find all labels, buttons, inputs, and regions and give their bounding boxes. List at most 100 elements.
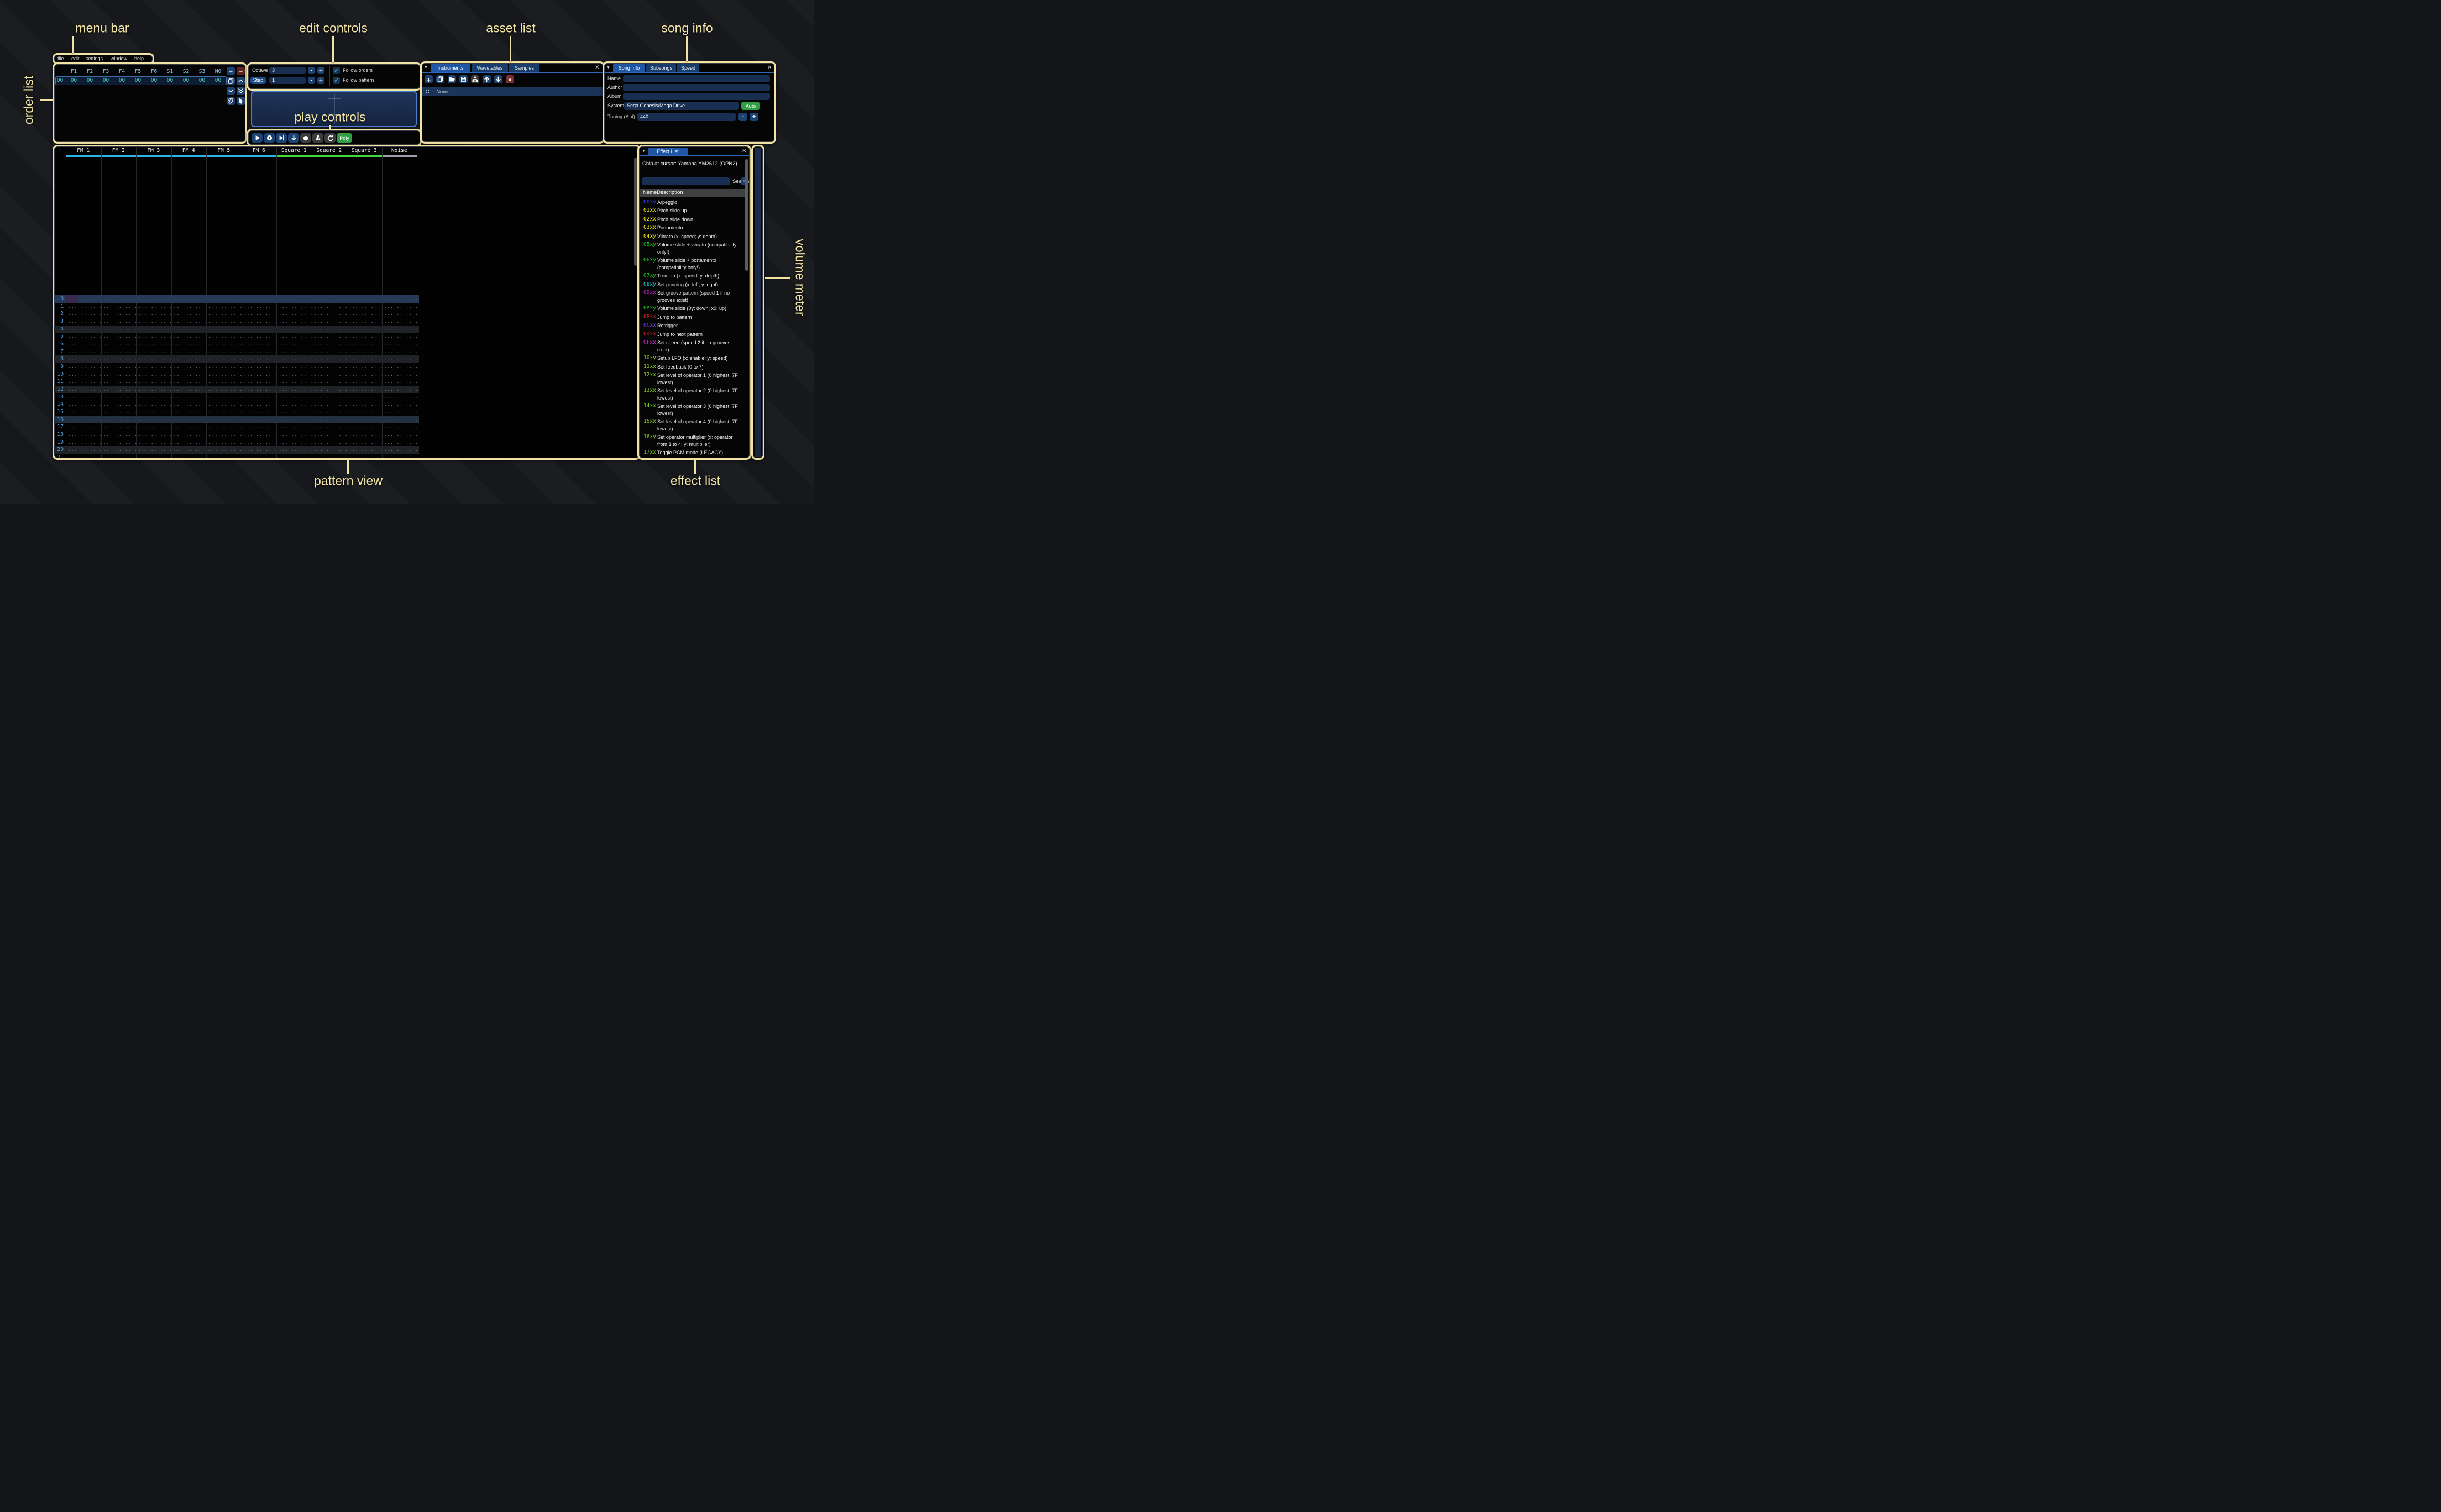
order-edit-mode-button[interactable] xyxy=(237,97,245,105)
pattern-cell[interactable]: ... .. .. .... xyxy=(66,318,101,326)
pattern-cell[interactable]: ... .. .. .... xyxy=(312,401,347,408)
pattern-cell[interactable]: ... .. .. .... xyxy=(136,295,171,303)
channel-header-fm-6[interactable]: FM 6 xyxy=(242,148,277,154)
pattern-cell[interactable]: ... .. .. .... xyxy=(242,318,277,326)
move-asset-down-button[interactable] xyxy=(494,75,502,83)
pattern-cell[interactable]: ... .. .. .... xyxy=(382,439,417,447)
order-cell[interactable]: 00 xyxy=(66,77,82,83)
pattern-cell[interactable]: ... .. .. .... xyxy=(276,363,312,371)
pattern-cell[interactable]: ... .. .. .... xyxy=(382,416,417,424)
pattern-cell[interactable]: ... .. .. .... xyxy=(171,333,207,340)
pattern-cell[interactable]: ... .. .. .... xyxy=(101,423,137,431)
order-column-N0[interactable]: N0 xyxy=(210,69,226,75)
tab-wavetables[interactable]: Wavetables xyxy=(472,64,508,72)
pattern-cell[interactable]: ... .. .. .... xyxy=(347,416,382,424)
pattern-cell[interactable]: ... .. .. .... xyxy=(101,454,137,458)
pattern-cell[interactable]: ... .. .. .... xyxy=(312,446,347,454)
pattern-cell[interactable]: ... .. .. .... xyxy=(312,326,347,333)
move-order-up-button[interactable] xyxy=(237,77,245,85)
pattern-cell[interactable]: ... .. .. .... xyxy=(382,454,417,458)
dock-triangle-icon[interactable]: ▼ xyxy=(606,65,610,71)
order-column-S3[interactable]: S3 xyxy=(194,69,210,75)
pattern-cell[interactable]: ... .. .. .... xyxy=(347,446,382,454)
order-row-index[interactable]: 00 xyxy=(54,77,66,83)
pattern-cell[interactable]: ... .. .. .... xyxy=(312,416,347,424)
pattern-cell[interactable]: ... .. .. .... xyxy=(242,333,277,340)
pattern-cell[interactable]: ... .. .. .... xyxy=(206,340,242,348)
order-column-F1[interactable]: F1 xyxy=(66,69,82,75)
pattern-cell[interactable]: ... .. .. .... xyxy=(66,386,101,393)
pattern-cell[interactable]: ... .. .. .... xyxy=(206,295,242,303)
pattern-cell[interactable]: ... .. .. .... xyxy=(382,310,417,318)
pattern-cell[interactable]: ... .. .. .... xyxy=(101,416,137,424)
pattern-cell[interactable]: ... .. .. .... xyxy=(312,408,347,416)
pattern-cell[interactable]: ... .. .. .... xyxy=(312,431,347,439)
pattern-cell[interactable]: ... .. .. .... xyxy=(242,303,277,311)
pattern-cell[interactable]: ... .. .. .... xyxy=(66,416,101,424)
pattern-cell[interactable]: ... .. .. .... xyxy=(66,295,101,303)
effect-row-00xy[interactable]: 00xyArpeggio xyxy=(641,198,749,207)
pattern-cell[interactable]: ... .. .. .... xyxy=(312,363,347,371)
channel-header-fm-5[interactable]: FM 5 xyxy=(206,148,242,154)
follow-orders-checkbox[interactable]: ✓ xyxy=(333,67,340,74)
effect-row-19xx[interactable]: 19xxSet attack of all operators (0 to 1F… xyxy=(641,457,749,458)
effect-row-08xy[interactable]: 08xySet panning (x: left; y: right) xyxy=(641,280,749,289)
pattern-cell[interactable]: ... .. .. .... xyxy=(382,363,417,371)
pattern-cell[interactable]: ... .. .. .... xyxy=(171,386,207,393)
pattern-cell[interactable]: ... .. .. .... xyxy=(101,318,137,326)
pattern-cell[interactable]: ... .. .. .... xyxy=(66,408,101,416)
pattern-cell[interactable]: ... .. .. .... xyxy=(312,340,347,348)
channel-header-noise[interactable]: Noise xyxy=(382,148,417,154)
pattern-cell[interactable]: ... .. .. .... xyxy=(276,423,312,431)
pattern-cell[interactable]: ... .. .. .... xyxy=(206,310,242,318)
asset-selected-row[interactable]: - None - xyxy=(422,87,603,96)
pattern-cell[interactable]: ... .. .. .... xyxy=(276,416,312,424)
pattern-cell[interactable]: ... .. .. .... xyxy=(312,423,347,431)
pattern-cell[interactable]: ... .. .. .... xyxy=(242,439,277,447)
pattern-cell[interactable]: ... .. .. .... xyxy=(347,423,382,431)
pattern-expand-button[interactable]: ++ xyxy=(56,148,61,153)
pattern-cell[interactable]: ... .. .. .... xyxy=(347,303,382,311)
channel-header-fm-1[interactable]: FM 1 xyxy=(66,148,101,154)
pattern-cell[interactable]: ... .. .. .... xyxy=(136,446,171,454)
pattern-cell[interactable]: ... .. .. .... xyxy=(206,416,242,424)
pattern-cell[interactable]: ... .. .. .... xyxy=(312,333,347,340)
tuning-plus-button[interactable]: + xyxy=(750,113,758,121)
order-cell[interactable]: 00 xyxy=(114,77,130,83)
effect-row-12xx[interactable]: 12xxSet level of operator 1 (0 highest, … xyxy=(641,371,749,387)
pattern-cell[interactable]: ... .. .. .... xyxy=(382,371,417,379)
step-one-row-button[interactable] xyxy=(288,133,299,143)
move-order-double-down-button[interactable] xyxy=(237,87,245,95)
effect-row-05xy[interactable]: 05xyVolume slide + vibrato (compatibilit… xyxy=(641,241,749,256)
pattern-cell[interactable]: ... .. .. .... xyxy=(347,355,382,363)
pattern-cell[interactable]: ... .. .. .... xyxy=(206,326,242,333)
effect-row-13xx[interactable]: 13xxSet level of operator 2 (0 highest, … xyxy=(641,387,749,402)
pattern-cell[interactable]: ... .. .. .... xyxy=(242,348,277,356)
pattern-cell[interactable]: ... .. .. .... xyxy=(347,340,382,348)
pattern-cell[interactable]: ... .. .. .... xyxy=(206,378,242,386)
pattern-cell[interactable]: ... .. .. .... xyxy=(347,318,382,326)
pattern-cell[interactable]: ... .. .. .... xyxy=(66,378,101,386)
pattern-cell[interactable]: ... .. .. .... xyxy=(242,340,277,348)
pattern-cell[interactable]: ... .. .. .... xyxy=(382,348,417,356)
pattern-cell[interactable]: ... .. .. .... xyxy=(276,454,312,458)
pattern-cell[interactable]: ... .. .. .... xyxy=(66,340,101,348)
pattern-cell[interactable]: ... .. .. .... xyxy=(276,378,312,386)
pattern-cell[interactable]: ... .. .. .... xyxy=(171,408,207,416)
pattern-cell[interactable]: ... .. .. .... xyxy=(101,326,137,333)
pattern-cell[interactable]: ... .. .. .... xyxy=(101,310,137,318)
effect-list-close-icon[interactable]: ✕ xyxy=(742,148,746,155)
pattern-cell[interactable]: ... .. .. .... xyxy=(242,363,277,371)
channel-header-square-3[interactable]: Square 3 xyxy=(347,148,382,154)
pattern-cell[interactable]: ... .. .. .... xyxy=(347,378,382,386)
tab-samples[interactable]: Samples xyxy=(509,64,539,72)
pattern-cell[interactable]: ... .. .. .... xyxy=(136,393,171,401)
pattern-cell[interactable]: ... .. .. .... xyxy=(382,423,417,431)
pattern-cell[interactable]: ... .. .. .... xyxy=(171,355,207,363)
effect-list-scrollbar[interactable] xyxy=(745,159,748,271)
pattern-cell[interactable]: ... .. .. .... xyxy=(276,401,312,408)
pattern-cell[interactable]: ... .. .. .... xyxy=(136,371,171,379)
pattern-cell[interactable]: ... .. .. .... xyxy=(276,348,312,356)
pattern-cell[interactable]: ... .. .. .... xyxy=(242,446,277,454)
pattern-cell[interactable]: ... .. .. .... xyxy=(171,303,207,311)
